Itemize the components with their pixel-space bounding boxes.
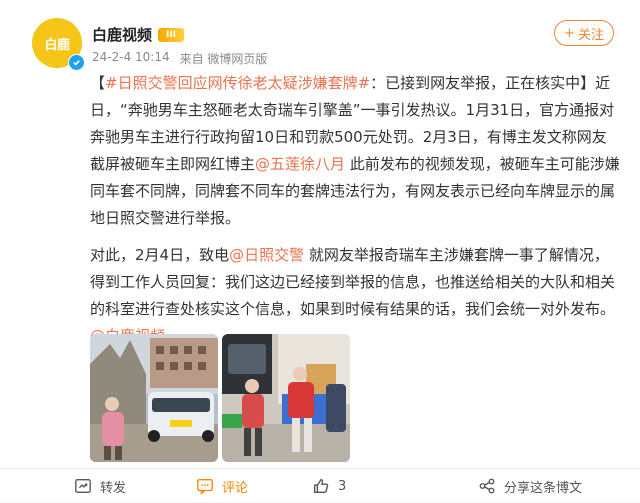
share-icon xyxy=(479,478,495,494)
comment-button[interactable]: 评论 xyxy=(196,469,248,503)
level-badge: III xyxy=(158,27,185,42)
paragraph-1: 【#日照交警回应网传徐老太疑涉嫌套牌#：已接到网友举报，正在核实中】近日，“奔驰… xyxy=(90,70,620,232)
repost-button[interactable]: 转发 xyxy=(74,469,126,503)
hashtag-link[interactable]: #日照交警回应网传徐老太疑涉嫌套牌# xyxy=(105,74,370,92)
plus-icon: + xyxy=(564,25,575,41)
follow-label: 关注 xyxy=(577,27,604,43)
post-source: 来自 微博网页版 xyxy=(179,52,268,66)
verified-icon xyxy=(68,54,85,71)
comment-label: 评论 xyxy=(222,480,249,496)
follow-button[interactable]: + 关注 xyxy=(554,20,614,46)
media-gallery xyxy=(90,334,350,462)
thumbs-up-icon xyxy=(314,479,329,493)
share-label: 分享这条博文 xyxy=(504,480,583,496)
bracket-open: 【 xyxy=(90,74,106,92)
avatar-text: 白鹿 xyxy=(44,37,70,53)
author-name[interactable]: 白鹿视频 xyxy=(92,24,152,45)
mention-link[interactable]: @五莲徐八月 xyxy=(255,155,345,173)
action-toolbar: 转发 评论 3 分享这条博文 xyxy=(0,468,640,503)
post-content: 【#日照交警回应网传徐老太疑涉嫌套牌#：已接到网友举报，正在核实中】近日，“奔驰… xyxy=(90,70,620,360)
post-header: 白鹿 白鹿视频 III 24-2-4 10:14 来自 微博网页版 + 关注 xyxy=(32,14,624,74)
mention-link-2[interactable]: @日照交警 xyxy=(229,246,304,264)
repost-icon xyxy=(75,479,91,493)
photo-thumbnail-1[interactable] xyxy=(90,334,218,462)
like-count: 3 xyxy=(338,478,347,494)
comment-icon xyxy=(197,479,213,495)
post-meta: 24-2-4 10:14 来自 微博网页版 xyxy=(92,50,267,67)
share-button[interactable]: 分享这条博文 xyxy=(478,469,582,503)
photo-thumbnail-2[interactable] xyxy=(222,334,350,462)
repost-label: 转发 xyxy=(100,480,127,496)
like-button[interactable]: 3 xyxy=(312,469,346,503)
author-row: 白鹿视频 III xyxy=(92,24,185,45)
weibo-post-card: 白鹿 白鹿视频 III 24-2-4 10:14 来自 微博网页版 + 关注 【… xyxy=(0,0,640,502)
post-time[interactable]: 24-2-4 10:14 xyxy=(92,50,170,67)
paragraph-2-head: 对此，2月4日，致电 xyxy=(90,246,230,264)
